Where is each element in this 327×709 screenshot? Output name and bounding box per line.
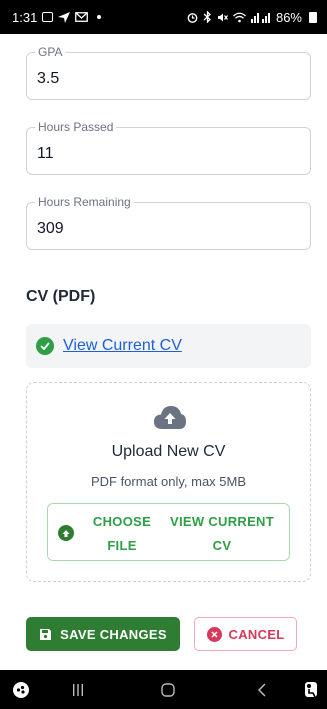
cv-section-title: CV (PDF): [26, 288, 96, 305]
hours-remaining-field[interactable]: Hours Remaining 309: [26, 195, 311, 250]
choose-file-button[interactable]: CHOOSE FILE: [84, 510, 160, 558]
cancel-label: CANCEL: [228, 626, 285, 642]
hours-passed-label: Hours Passed: [35, 120, 117, 134]
save-changes-button[interactable]: SAVE CHANGES: [26, 617, 180, 651]
hours-remaining-value: 309: [37, 220, 64, 237]
status-left: 1:31: [12, 9, 102, 25]
status-time: 1:31: [12, 9, 38, 25]
check-circle-icon: [36, 337, 54, 355]
recent-apps-button[interactable]: [60, 670, 96, 709]
battery-percent: 86%: [275, 9, 302, 25]
view-current-cv-button[interactable]: VIEW CURRENT CV: [160, 510, 284, 558]
signal-icon: [250, 12, 270, 23]
file-button-group: CHOOSE FILE VIEW CURRENT CV: [47, 503, 290, 561]
recent-apps-icon: [73, 683, 83, 696]
gpa-field[interactable]: GPA 3.5: [26, 45, 311, 100]
back-icon: [257, 682, 266, 697]
hours-passed-field[interactable]: Hours Passed 11: [26, 120, 311, 175]
battery-icon: [309, 11, 317, 23]
status-right: 86%: [187, 10, 317, 25]
home-icon: [161, 682, 175, 697]
cloud-upload-icon: [154, 406, 186, 429]
save-icon: [40, 628, 52, 640]
alarm-icon: [187, 12, 198, 23]
mute-icon: [217, 13, 228, 21]
gallery-icon: [42, 12, 54, 22]
back-button[interactable]: [244, 670, 280, 709]
assistant-button[interactable]: [8, 670, 34, 709]
assistant-icon: [13, 681, 29, 698]
bluetooth-icon: [203, 11, 211, 23]
send-icon: [58, 11, 71, 23]
gpa-label: GPA: [35, 45, 66, 59]
upload-dropzone[interactable]: Upload New CV PDF format only, max 5MB C…: [26, 382, 311, 582]
gpa-value: 3.5: [37, 70, 60, 87]
view-current-cv-link[interactable]: View Current CV: [63, 337, 182, 355]
upload-hint: PDF format only, max 5MB: [90, 474, 247, 489]
accessibility-button[interactable]: [300, 670, 324, 709]
close-circle-icon: [206, 626, 222, 642]
system-nav-bar: [0, 670, 327, 709]
dot-icon: [97, 15, 102, 19]
upload-title: Upload New CV: [111, 443, 226, 460]
home-button[interactable]: [150, 670, 186, 709]
accessibility-icon: [305, 681, 317, 697]
hours-passed-value: 11: [37, 145, 54, 162]
current-cv-row: View Current CV: [26, 324, 311, 368]
wifi-icon: [233, 12, 246, 22]
mail-icon: [75, 12, 89, 22]
status-bar: 1:31 86%: [0, 0, 327, 34]
hours-remaining-label: Hours Remaining: [35, 195, 134, 209]
save-changes-label: SAVE CHANGES: [60, 626, 167, 642]
cancel-button[interactable]: CANCEL: [194, 617, 297, 651]
cloud-upload-icon: [58, 525, 74, 541]
